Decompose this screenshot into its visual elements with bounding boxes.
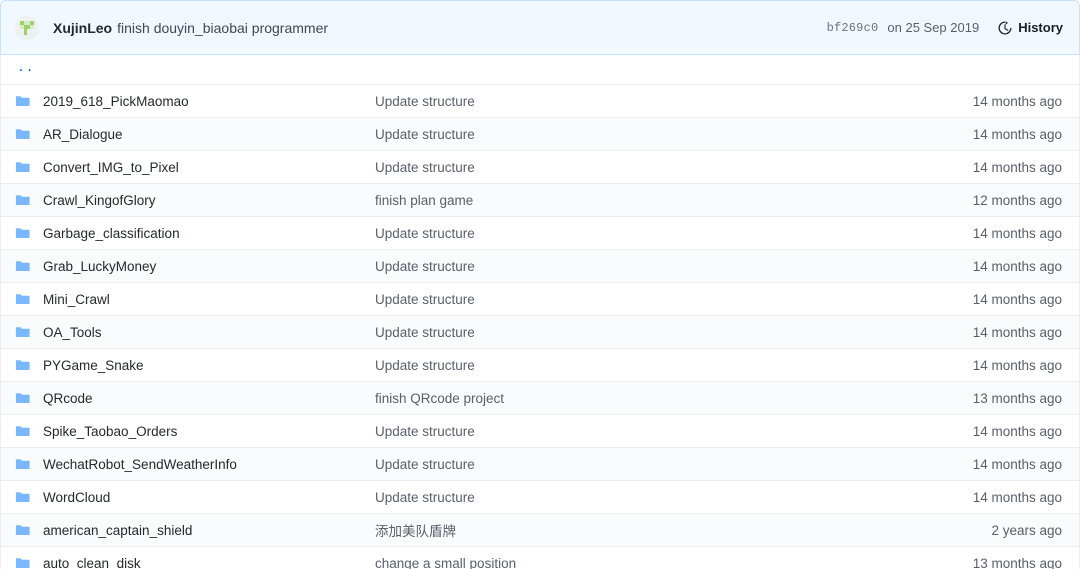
history-link[interactable]: History: [997, 20, 1063, 36]
folder-icon: [15, 423, 31, 439]
folder-icon: [15, 522, 31, 538]
file-commit-message[interactable]: Update structure: [375, 490, 957, 505]
file-commit-age: 14 months ago: [972, 423, 1062, 439]
folder-icon: [15, 159, 31, 175]
clock-history-icon: [997, 20, 1013, 36]
file-commit-message[interactable]: Update structure: [375, 160, 957, 175]
file-commit-age: 14 months ago: [972, 258, 1062, 274]
file-name-link[interactable]: QRcode: [43, 391, 375, 406]
file-commit-age: 2 years ago: [991, 522, 1062, 538]
file-name-link[interactable]: auto_clean_disk: [43, 556, 375, 569]
file-commit-message[interactable]: Update structure: [375, 457, 957, 472]
file-commit-message[interactable]: Update structure: [375, 325, 957, 340]
folder-icon: [15, 357, 31, 373]
file-commit-message[interactable]: Update structure: [375, 226, 957, 241]
folder-icon: [15, 258, 31, 274]
file-commit-message[interactable]: Update structure: [375, 94, 957, 109]
file-name-link[interactable]: PYGame_Snake: [43, 358, 375, 373]
file-commit-message[interactable]: Update structure: [375, 259, 957, 274]
file-commit-message[interactable]: finish QRcode project: [375, 391, 957, 406]
folder-icon: [15, 291, 31, 307]
file-commit-message[interactable]: 添加美队盾牌: [375, 520, 975, 540]
commit-meta: bf269c0 on 25 Sep 2019 History: [827, 20, 1063, 36]
file-name-link[interactable]: Mini_Crawl: [43, 292, 375, 307]
file-name-link[interactable]: Garbage_classification: [43, 226, 375, 241]
file-name-link[interactable]: AR_Dialogue: [43, 127, 375, 142]
file-name-link[interactable]: Crawl_KingofGlory: [43, 193, 375, 208]
folder-icon: [15, 126, 31, 142]
file-commit-message[interactable]: finish plan game: [375, 193, 957, 208]
parent-directory-link[interactable]: ..: [17, 61, 35, 78]
table-row[interactable]: OA_Tools Update structure 14 months ago: [1, 316, 1079, 349]
file-list: .. 2019_618_PickMaomao Update structure 14…: [0, 55, 1080, 569]
history-label: History: [1018, 20, 1063, 35]
table-row[interactable]: Crawl_KingofGlory finish plan game 12 mont…: [1, 184, 1079, 217]
file-commit-age: 13 months ago: [972, 555, 1062, 569]
commit-sha[interactable]: bf269c0: [827, 21, 879, 35]
table-row[interactable]: WordCloud Update structure 14 months ago: [1, 481, 1079, 514]
file-name-link[interactable]: OA_Tools: [43, 325, 375, 340]
file-commit-message[interactable]: change a small position: [375, 556, 957, 569]
file-commit-age: 14 months ago: [972, 324, 1062, 340]
table-row[interactable]: WechatRobot_SendWeatherInfo Update struct…: [1, 448, 1079, 481]
table-row[interactable]: american_captain_shield 添加美队盾牌 2 years ago: [1, 514, 1079, 547]
file-name-link[interactable]: Convert_IMG_to_Pixel: [43, 160, 375, 175]
folder-icon: [15, 225, 31, 241]
file-commit-age: 14 months ago: [972, 291, 1062, 307]
folder-icon: [15, 324, 31, 340]
file-commit-age: 13 months ago: [972, 390, 1062, 406]
file-name-link[interactable]: 2019_618_PickMaomao: [43, 94, 375, 109]
file-commit-message[interactable]: Update structure: [375, 358, 957, 373]
commit-message[interactable]: finish douyin_biaobai programmer: [117, 20, 328, 36]
file-commit-message[interactable]: Update structure: [375, 292, 957, 307]
table-row[interactable]: AR_Dialogue Update structure 14 months ago: [1, 118, 1079, 151]
file-name-link[interactable]: WordCloud: [43, 490, 375, 505]
file-commit-age: 14 months ago: [972, 357, 1062, 373]
table-row[interactable]: QRcode finish QRcode project 13 months ago: [1, 382, 1079, 415]
file-name-link[interactable]: WechatRobot_SendWeatherInfo: [43, 457, 375, 472]
folder-icon: [15, 390, 31, 406]
file-commit-age: 14 months ago: [972, 126, 1062, 142]
repository-file-browser: XujinLeo finish douyin_biaobai programme…: [0, 0, 1080, 569]
file-commit-message[interactable]: Update structure: [375, 424, 957, 439]
file-name-link[interactable]: Spike_Taobao_Orders: [43, 424, 375, 439]
file-commit-age: 14 months ago: [972, 225, 1062, 241]
folder-icon: [15, 93, 31, 109]
file-rows-container: 2019_618_PickMaomao Update structure 14 mo…: [1, 85, 1079, 569]
table-row[interactable]: PYGame_Snake Update structure 14 months ag…: [1, 349, 1079, 382]
file-name-link[interactable]: american_captain_shield: [43, 523, 375, 538]
table-row[interactable]: 2019_618_PickMaomao Update structure 14 mo…: [1, 85, 1079, 118]
table-row[interactable]: Convert_IMG_to_Pixel Update structure 14 m…: [1, 151, 1079, 184]
table-row[interactable]: Spike_Taobao_Orders Update structure 14 mo…: [1, 415, 1079, 448]
file-commit-age: 14 months ago: [972, 159, 1062, 175]
table-row[interactable]: Grab_LuckyMoney Update structure 14 months…: [1, 250, 1079, 283]
commit-author[interactable]: XujinLeo: [53, 20, 112, 36]
folder-icon: [15, 456, 31, 472]
folder-icon: [15, 489, 31, 505]
table-row[interactable]: auto_clean_disk change a small position 13…: [1, 547, 1079, 569]
parent-directory-row[interactable]: ..: [1, 55, 1079, 85]
file-commit-age: 14 months ago: [972, 456, 1062, 472]
latest-commit-header: XujinLeo finish douyin_biaobai programme…: [0, 0, 1080, 55]
file-commit-message[interactable]: Update structure: [375, 127, 957, 142]
file-commit-age: 12 months ago: [972, 192, 1062, 208]
folder-icon: [15, 192, 31, 208]
file-commit-age: 14 months ago: [972, 489, 1062, 505]
file-name-link[interactable]: Grab_LuckyMoney: [43, 259, 375, 274]
file-commit-age: 14 months ago: [972, 93, 1062, 109]
table-row[interactable]: Garbage_classification Update structure 14…: [1, 217, 1079, 250]
folder-icon: [15, 555, 31, 569]
table-row[interactable]: Mini_Crawl Update structure 14 months ago: [1, 283, 1079, 316]
commit-date: on 25 Sep 2019: [887, 20, 980, 35]
identicon-avatar[interactable]: [15, 15, 39, 40]
